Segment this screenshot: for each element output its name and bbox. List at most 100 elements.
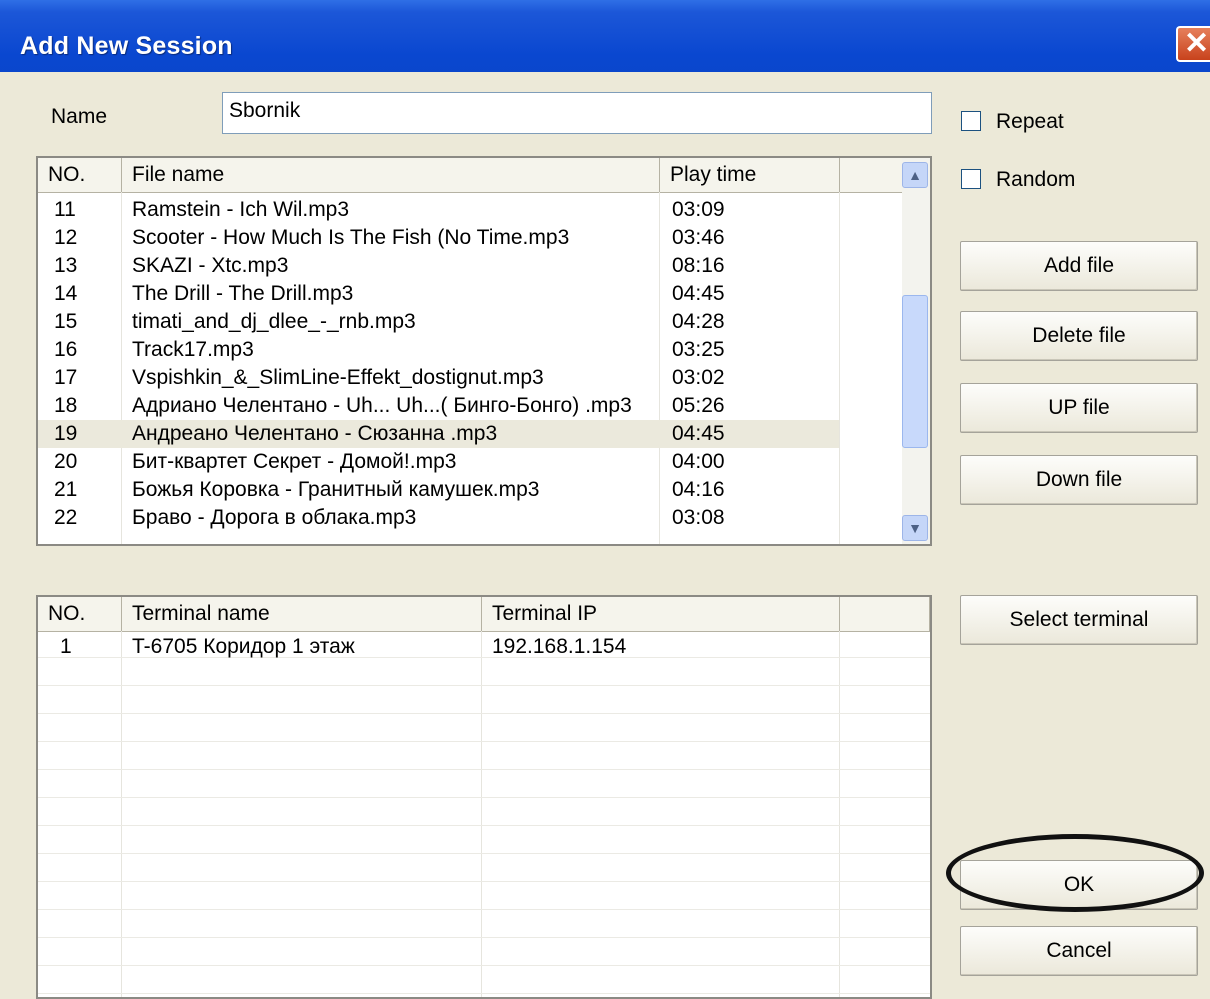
column-header-empty[interactable] <box>840 158 906 192</box>
file-row-number: 11 <box>54 198 76 221</box>
file-row-name: Андреано Челентано - Сюзанна .mp3 <box>132 422 498 445</box>
window-title: Add New Session <box>20 32 233 60</box>
file-row[interactable]: 22 Браво - Дорога в облака.mp3 03:08 <box>38 504 839 532</box>
file-row-play-time: 05:26 <box>672 394 725 417</box>
file-row-number: 22 <box>54 506 78 529</box>
grid-line <box>38 713 930 714</box>
column-header-play-time[interactable]: Play time <box>660 158 840 192</box>
down-file-button[interactable]: Down file <box>960 455 1198 505</box>
file-row-number: 16 <box>54 338 78 361</box>
file-row-play-time: 03:02 <box>672 366 725 389</box>
select-terminal-button[interactable]: Select terminal <box>960 595 1198 645</box>
file-row-play-time: 03:08 <box>672 506 725 529</box>
file-row[interactable]: 14 The Drill - The Drill.mp3 04:45 <box>38 280 839 308</box>
column-header-terminal-ip[interactable]: Terminal IP <box>482 597 840 631</box>
file-row-play-time: 04:45 <box>672 422 725 445</box>
terminal-row-number: 1 <box>60 635 72 658</box>
file-row-play-time: 03:09 <box>672 198 725 221</box>
name-label: Name <box>51 105 108 128</box>
grid-line <box>38 769 930 770</box>
file-row-name: The Drill - The Drill.mp3 <box>132 282 354 305</box>
file-row-name: Адриано Челентано - Uh... Uh...( Бинго-Б… <box>132 394 632 417</box>
file-row[interactable]: 11 Ramstein - Ich Wil.mp3 03:09 <box>38 196 839 224</box>
column-header-file-name[interactable]: File name <box>122 158 660 192</box>
file-row-play-time: 04:16 <box>672 478 725 501</box>
column-divider <box>839 192 840 544</box>
file-row-name: Ramstein - Ich Wil.mp3 <box>132 198 350 221</box>
file-row-number: 19 <box>54 422 78 445</box>
scroll-thumb[interactable] <box>902 295 928 448</box>
file-row[interactable]: 21 Божья Коровка - Гранитный камушек.mp3 0… <box>38 476 839 504</box>
grid-line <box>38 965 930 966</box>
chevron-down-icon: ▼ <box>908 520 922 536</box>
file-row-number: 12 <box>54 226 78 249</box>
terminals-list-header: NO. Terminal name Terminal IP <box>38 597 930 632</box>
file-row[interactable]: 17 Vspishkin_&_SlimLine-Effekt_dostignut.… <box>38 364 839 392</box>
terminal-row-ip: 192.168.1.154 <box>492 635 627 658</box>
file-row-play-time: 04:00 <box>672 450 725 473</box>
file-row-name: Браво - Дорога в облака.mp3 <box>132 506 417 529</box>
repeat-label: Repeat <box>996 110 1064 133</box>
files-scrollbar[interactable]: ▲ ▼ <box>902 158 930 544</box>
delete-file-button[interactable]: Delete file <box>960 311 1198 361</box>
file-row-name: Track17.mp3 <box>132 338 254 361</box>
file-row-play-time: 03:25 <box>672 338 725 361</box>
file-row-play-time: 04:28 <box>672 310 725 333</box>
file-row-play-time: 08:16 <box>672 254 725 277</box>
file-row-name: Бит-квартет Секрет - Домой!.mp3 <box>132 450 457 473</box>
file-row-name: Божья Коровка - Гранитный камушек.mp3 <box>132 478 540 501</box>
chevron-up-icon: ▲ <box>908 167 922 183</box>
column-header-no[interactable]: NO. <box>38 158 122 192</box>
grid-line <box>38 685 930 686</box>
grid-line <box>38 825 930 826</box>
close-icon: ✕ <box>1184 27 1210 60</box>
add-file-button[interactable]: Add file <box>960 241 1198 291</box>
grid-line <box>38 993 930 994</box>
grid-line <box>38 741 930 742</box>
grid-line <box>38 937 930 938</box>
file-row-number: 18 <box>54 394 78 417</box>
column-header-no[interactable]: NO. <box>38 597 122 631</box>
file-row-number: 21 <box>54 478 78 501</box>
grid-line <box>38 797 930 798</box>
file-row[interactable]: 16 Track17.mp3 03:25 <box>38 336 839 364</box>
file-row-name: timati_and_dj_dlee_-_rnb.mp3 <box>132 310 416 333</box>
file-row[interactable]: 12 Scooter - How Much Is The Fish (No Tim… <box>38 224 839 252</box>
repeat-checkbox[interactable] <box>961 111 981 131</box>
terminal-row[interactable]: 1 T-6705 Коридор 1 этаж 192.168.1.154 <box>38 633 839 661</box>
name-input[interactable]: Sbornik <box>222 92 932 134</box>
file-row-number: 13 <box>54 254 78 277</box>
file-row-number: 14 <box>54 282 78 305</box>
up-file-button[interactable]: UP file <box>960 383 1198 433</box>
terminals-list[interactable]: NO. Terminal name Terminal IP 1 T-6705 Ко… <box>36 595 932 999</box>
file-row-number: 15 <box>54 310 78 333</box>
close-button[interactable]: ✕ <box>1176 26 1210 62</box>
file-row-number: 20 <box>54 450 78 473</box>
file-row[interactable]: 19 Андреано Челентано - Сюзанна .mp3 04:45 <box>38 420 839 448</box>
column-header-terminal-name[interactable]: Terminal name <box>122 597 482 631</box>
dialog-body: Name Sbornik Repeat Random NO. File name… <box>0 72 1210 999</box>
file-row[interactable]: 15 timati_and_dj_dlee_-_rnb.mp3 04:28 <box>38 308 839 336</box>
terminal-row-name: T-6705 Коридор 1 этаж <box>132 635 355 658</box>
file-row[interactable]: 18 Адриано Челентано - Uh... Uh...( Бинго… <box>38 392 839 420</box>
files-list-header: NO. File name Play time <box>38 158 906 193</box>
file-row-name: SKAZI - Xtc.mp3 <box>132 254 289 277</box>
file-row-play-time: 03:46 <box>672 226 725 249</box>
ok-button[interactable]: OK <box>960 860 1198 910</box>
random-label: Random <box>996 168 1076 191</box>
file-row-name: Vspishkin_&_SlimLine-Effekt_dostignut.mp… <box>132 366 544 389</box>
file-row[interactable]: 20 Бит-квартет Секрет - Домой!.mp3 04:00 <box>38 448 839 476</box>
scroll-up-button[interactable]: ▲ <box>902 162 928 188</box>
files-list[interactable]: NO. File name Play time 11 Ramstein - Ich… <box>36 156 932 546</box>
file-row-play-time: 04:45 <box>672 282 725 305</box>
grid-line <box>38 881 930 882</box>
random-checkbox[interactable] <box>961 169 981 189</box>
cancel-button[interactable]: Cancel <box>960 926 1198 976</box>
column-header-empty[interactable] <box>840 597 930 631</box>
file-row-number: 17 <box>54 366 78 389</box>
grid-line <box>38 853 930 854</box>
grid-line <box>38 909 930 910</box>
file-row-name: Scooter - How Much Is The Fish (No Time.… <box>132 226 570 249</box>
scroll-down-button[interactable]: ▼ <box>902 515 928 541</box>
file-row[interactable]: 13 SKAZI - Xtc.mp3 08:16 <box>38 252 839 280</box>
